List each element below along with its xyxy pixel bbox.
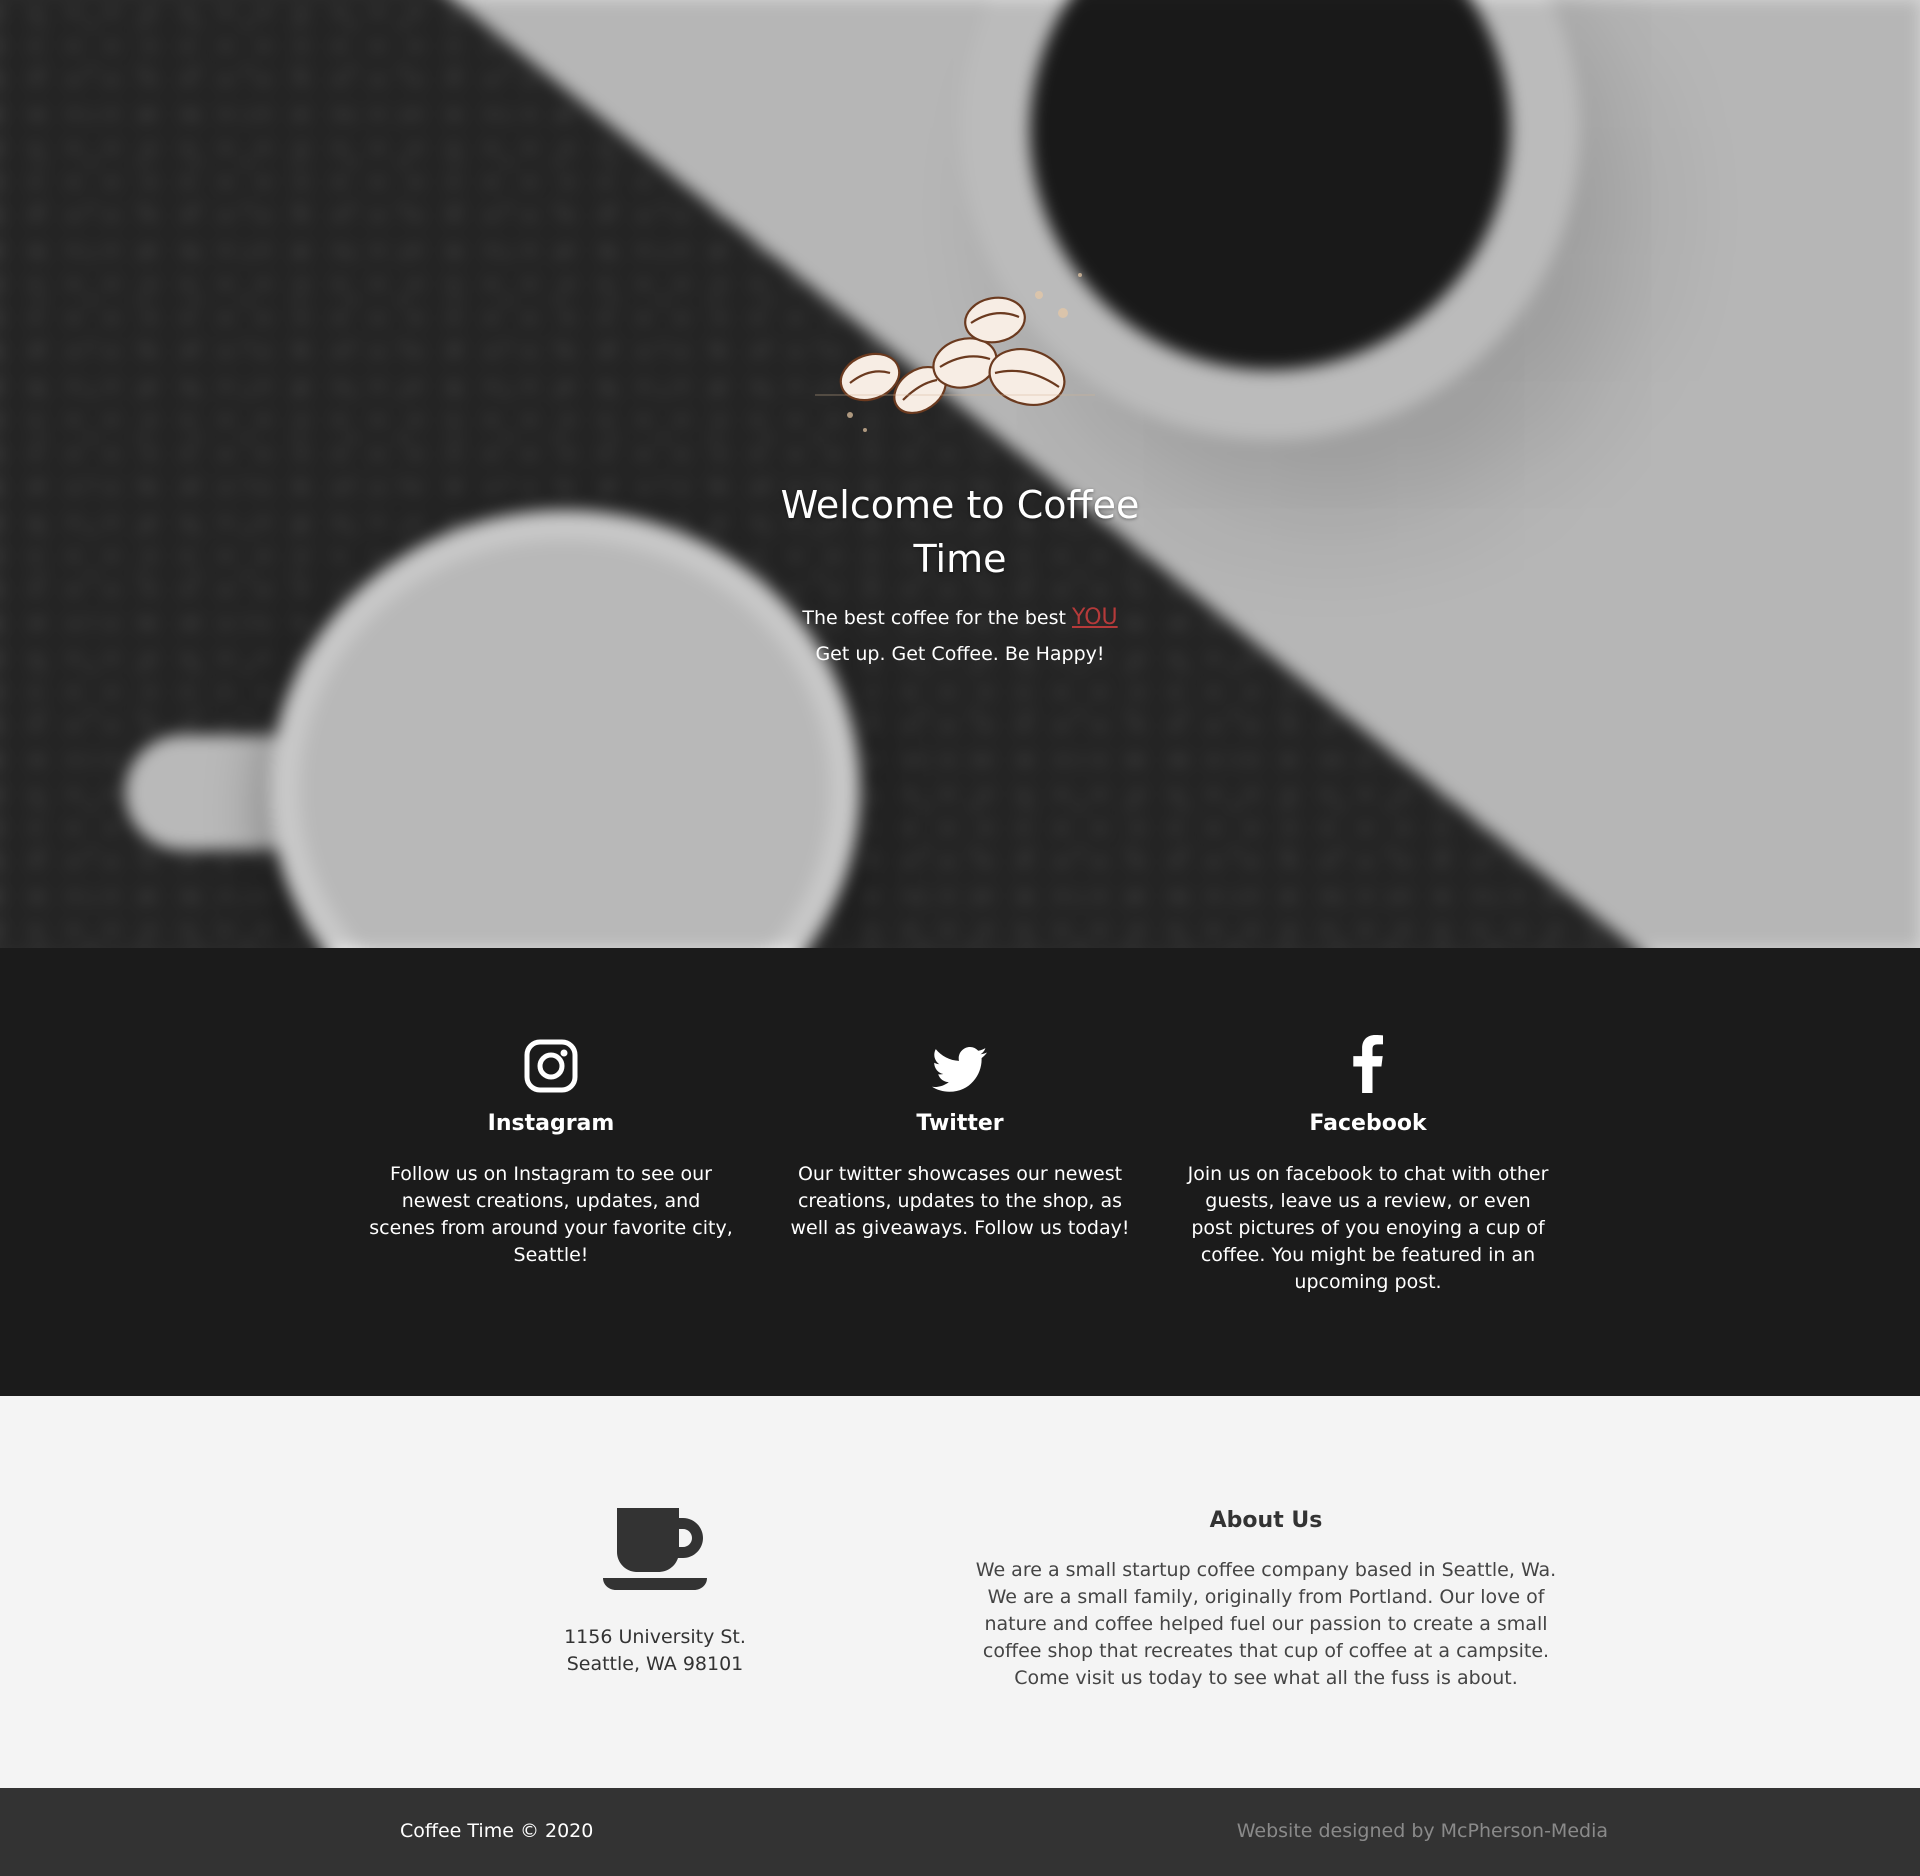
location-block: 1156 University St. Seattle, WA 98101: [510, 1396, 800, 1678]
footer-copyright: Coffee Time © 2020: [400, 1820, 594, 1842]
about-text: We are a small startup coffee company ba…: [975, 1559, 1557, 1689]
social-card-instagram: Instagram Follow us on Instagram to see …: [361, 948, 741, 1269]
instagram-icon[interactable]: [524, 1039, 578, 1093]
social-title[interactable]: Facebook: [1178, 1111, 1558, 1136]
facebook-icon[interactable]: [1352, 1035, 1384, 1093]
social-section: Instagram Follow us on Instagram to see …: [0, 948, 1920, 1396]
address-city: Seattle, WA 98101: [566, 1653, 744, 1675]
hero-subtagline: Get up. Get Coffee. Be Happy!: [815, 643, 1105, 665]
twitter-icon[interactable]: [932, 1047, 988, 1093]
social-title[interactable]: Twitter: [770, 1111, 1150, 1136]
hero-section: Welcome to Coffee Time The best coffee f…: [0, 0, 1920, 948]
about-us-block: About Us We are a small startup coffee c…: [970, 1396, 1562, 1692]
hero-title: Welcome to Coffee Time: [780, 483, 1140, 581]
footer: Coffee Time © 2020 Website designed by M…: [0, 1788, 1920, 1876]
coffee-beans-logo: [815, 273, 1095, 432]
coffee-cup-icon: [603, 1508, 707, 1590]
social-card-twitter: Twitter Our twitter showcases our newest…: [770, 948, 1150, 1242]
about-section: 1156 University St. Seattle, WA 98101 Ab…: [0, 1396, 1920, 1788]
social-description: Our twitter showcases our newest creatio…: [790, 1163, 1130, 1239]
social-description: Follow us on Instagram to see our newest…: [369, 1163, 733, 1266]
social-title[interactable]: Instagram: [361, 1111, 741, 1136]
social-card-facebook: Facebook Join us on facebook to chat wit…: [1178, 948, 1558, 1296]
hero-tagline: The best coffee for the best YOU Get up.…: [660, 600, 1260, 672]
tagline-text: The best coffee for the best: [802, 607, 1066, 629]
social-description: Join us on facebook to chat with other g…: [1187, 1163, 1549, 1293]
tagline-emphasis: YOU: [1071, 605, 1118, 630]
address-street: 1156 University St.: [564, 1626, 746, 1648]
footer-credit-link[interactable]: Website designed by McPherson-Media: [1237, 1820, 1608, 1842]
about-title: About Us: [1209, 1508, 1323, 1533]
hero-background-image: [0, 0, 1920, 948]
